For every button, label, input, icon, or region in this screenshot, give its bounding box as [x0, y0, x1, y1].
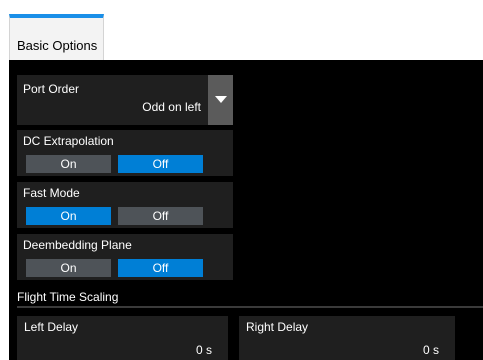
deembedding-plane-off-button[interactable]: Off	[118, 259, 203, 277]
right-delay-label: Right Delay	[246, 320, 309, 334]
tab-label: Basic Options	[17, 38, 98, 53]
dc-extrapolation-group: DC Extrapolation On Off	[17, 130, 233, 176]
dropdown-button[interactable]	[208, 75, 233, 125]
port-order-dropdown[interactable]: Port Order Odd on left	[17, 75, 233, 125]
dc-extrapolation-on-button[interactable]: On	[26, 155, 111, 173]
chevron-down-icon	[215, 96, 227, 103]
deembedding-plane-group: Deembedding Plane On Off	[17, 234, 233, 280]
fast-mode-label: Fast Mode	[23, 186, 80, 200]
tab-basic-options[interactable]: Basic Options	[9, 14, 104, 60]
fast-mode-off-button[interactable]: Off	[118, 207, 203, 225]
right-delay-field[interactable]: Right Delay 0 s	[239, 316, 455, 360]
fast-mode-group: Fast Mode On Off	[17, 182, 233, 228]
left-delay-field[interactable]: Left Delay 0 s	[17, 316, 228, 360]
left-delay-label: Left Delay	[24, 320, 79, 334]
section-divider	[17, 306, 483, 308]
port-order-value: Odd on left	[142, 100, 201, 114]
right-delay-value: 0 s	[422, 343, 439, 357]
dc-extrapolation-off-button[interactable]: Off	[118, 155, 203, 173]
port-order-label: Port Order	[23, 82, 80, 96]
deembedding-plane-on-button[interactable]: On	[26, 259, 111, 277]
deembedding-plane-label: Deembedding Plane	[23, 238, 132, 252]
left-delay-value: 0 s	[195, 343, 212, 357]
flight-time-scaling-title: Flight Time Scaling	[17, 290, 119, 304]
fast-mode-on-button[interactable]: On	[26, 207, 111, 225]
dc-extrapolation-label: DC Extrapolation	[23, 134, 114, 148]
